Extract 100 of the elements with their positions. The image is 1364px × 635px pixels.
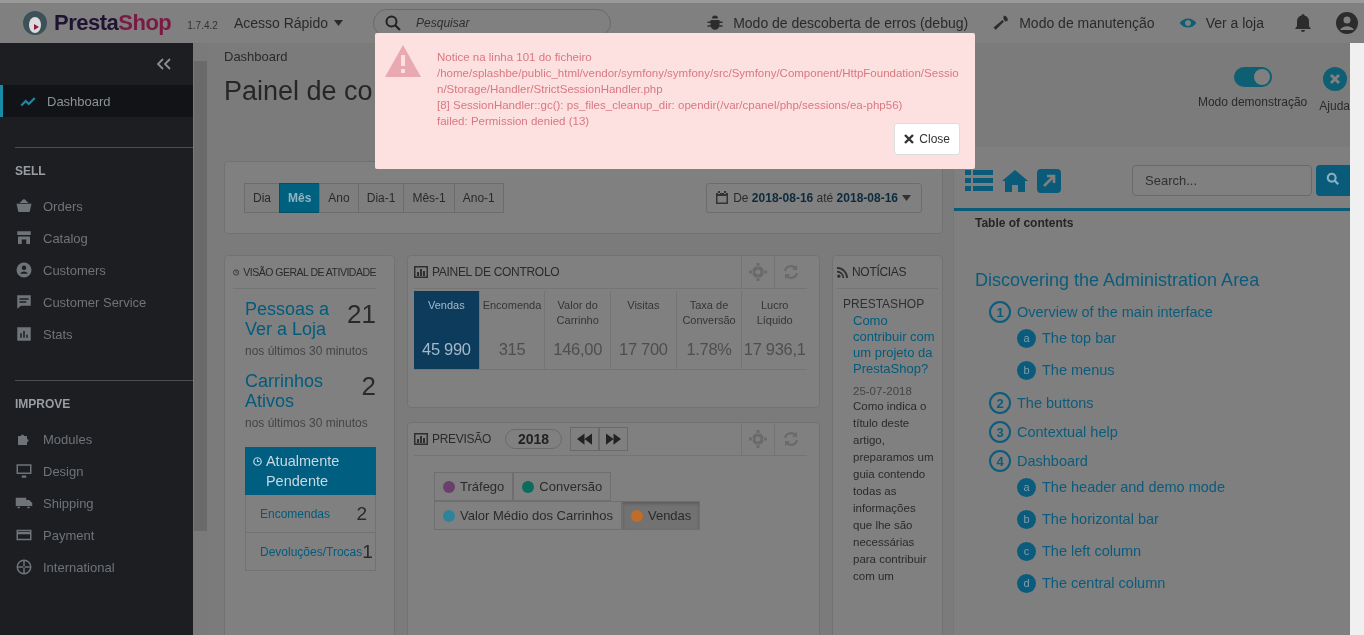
toc-link[interactable]: a The top bar [1017,328,1350,348]
article-date: 25-07-2018 [853,385,913,397]
bar-chart-icon [414,433,428,445]
sidebar-item[interactable]: Shipping [15,487,193,519]
caret-icon [334,20,344,26]
bug-icon [706,14,725,32]
toc-link[interactable]: b The menus [1017,360,1350,380]
toggle-switch[interactable] [1233,67,1272,87]
number-badge: 1 [989,301,1011,323]
toc-link[interactable]: d The central column [1017,573,1350,593]
sidebar-item[interactable]: Payment [15,519,193,551]
news-source: PRESTASHOP [843,297,926,311]
rewind-icon [577,433,593,445]
period-button[interactable]: Ano [319,182,359,213]
demo-mode-toggle[interactable]: Modo demonstração [1197,67,1308,143]
letter-badge: a [1017,328,1036,348]
notice-text: Notice na linha 101 do ficheiro [437,50,593,65]
warning-icon [385,45,421,77]
toc-link[interactable]: b The horizontal bar [1017,509,1350,529]
header-link[interactable]: Modo de descoberta de erros (debug) [706,14,969,32]
help-button[interactable]: Ajuda [1319,67,1350,143]
list-icon[interactable] [965,169,993,192]
search-button[interactable] [1316,165,1350,196]
period-button[interactable]: Mês-1 [403,182,455,213]
stat-label[interactable]: Carrinhos Ativos [245,371,358,411]
toc-link[interactable]: c The left column [1017,541,1350,561]
scrollbar[interactable] [1350,43,1364,635]
notice-text: /home/splashbe/public_html/vendor/symfony/symfony/src/Symfony/Component/HttpFoundation/Session/Storage/Handler/StrictSessionHandler.php [437,66,960,97]
close-icon [1322,67,1347,91]
stat-value: 2 [361,371,376,401]
quick-access-menu[interactable]: Acesso Rápido [233,15,344,31]
section-title: SELL [15,164,47,178]
panel-title: PREVISÃO [432,432,491,446]
number-badge: 3 [989,421,1011,443]
period-button[interactable]: Dia [244,182,280,213]
stat-value: 21 [347,299,376,329]
next-button[interactable] [599,427,629,451]
stat-caption: nos últimos 30 minutos [245,415,369,432]
period-button[interactable]: Mês [279,182,321,213]
search-icon [1326,172,1340,186]
help-heading[interactable]: Discovering the Administration Area [975,270,1350,291]
chat-icon [15,293,33,311]
article-link[interactable]: Como contribuir com um projeto da PrestaShop? [853,313,938,377]
fast-forward-icon [606,433,622,445]
sidebar-item[interactable]: Modules [15,423,193,455]
letter-badge: d [1017,573,1036,593]
period-button[interactable]: Ano-1 [453,182,504,213]
toc-link[interactable]: 4 Dashboard [989,450,1350,472]
legend-toggle[interactable]: Tráfego [434,472,514,501]
legend-toggle[interactable]: Conversão [513,472,612,501]
sidebar-item[interactable]: Dashboard [0,85,193,117]
pending-link[interactable]: Devoluções/Trocas [260,544,363,559]
sidebar-item[interactable]: Orders [15,190,193,222]
toc-link[interactable]: 1 Overview of the main interface [989,301,1350,323]
clock-icon [233,266,240,278]
external-link-icon[interactable] [1037,168,1061,193]
letter-badge: b [1017,509,1036,529]
store-icon [15,229,33,247]
sidebar-item[interactable]: Customer Service [15,286,193,318]
header-link[interactable]: Ver a loja [1178,14,1264,32]
header-link[interactable]: Modo de manutenção [992,14,1155,32]
toc-link[interactable]: 2 The buttons [989,392,1350,414]
date-range-picker[interactable]: De 2018-08-16 até 2018-08-16 [706,182,922,213]
section-title: IMPROVE [15,397,72,411]
avatar-icon[interactable] [1336,12,1358,34]
letter-badge: a [1017,477,1036,497]
pending-link[interactable]: Encomendas [260,506,331,521]
period-button[interactable]: Dia-1 [357,182,405,213]
number-badge: 4 [989,450,1011,472]
sidebar-item[interactable]: Customers [15,254,193,286]
rss-icon [837,266,848,278]
notice-text: [8] SessionHandler::gc(): ps_files_cleanup_dir: opendir(/var/cpanel/php/sessions/ea-php56) [437,98,904,113]
search-icon [385,15,402,31]
breadcrumb[interactable]: Dashboard [224,49,373,64]
pending-count: 2 [356,502,367,525]
sidebar-item[interactable]: Design [15,455,193,487]
bell-icon[interactable] [1294,13,1312,33]
previous-button[interactable] [570,427,600,451]
close-button[interactable]: Close [894,123,960,155]
kpi-tab[interactable]: Vendas 45 990 [414,291,480,369]
sidebar-item[interactable]: Stats [15,318,193,350]
pending-title: Atualmente Pendente [265,452,341,491]
home-icon[interactable] [1002,169,1028,192]
toc-link[interactable]: a The header and demo mode [1017,477,1350,497]
legend-toggle[interactable]: Valor Médio dos Carrinhos [434,501,622,530]
notice-text: failed: Permission denied (13) [437,114,591,129]
collapse-icon[interactable] [157,58,171,70]
pending-count: 1 [362,540,373,563]
toc-link[interactable]: 3 Contextual help [989,421,1350,443]
logo-text[interactable]: PrestaShop [54,10,172,36]
version-label: 1.7.4.2 [187,19,218,31]
legend-toggle[interactable]: Vendas [621,501,701,530]
sidebar-item[interactable]: International [15,551,193,583]
stat-label[interactable]: Pessoas a Ver a Loja [245,299,344,339]
help-search-field[interactable]: Search... [1132,165,1312,196]
bar-chart-icon [414,266,428,278]
close-icon [904,134,915,144]
letter-badge: c [1017,541,1036,561]
panel-title: VISÃO GERAL DE ATIVIDADE [243,266,376,278]
sidebar-item[interactable]: Catalog [15,222,193,254]
